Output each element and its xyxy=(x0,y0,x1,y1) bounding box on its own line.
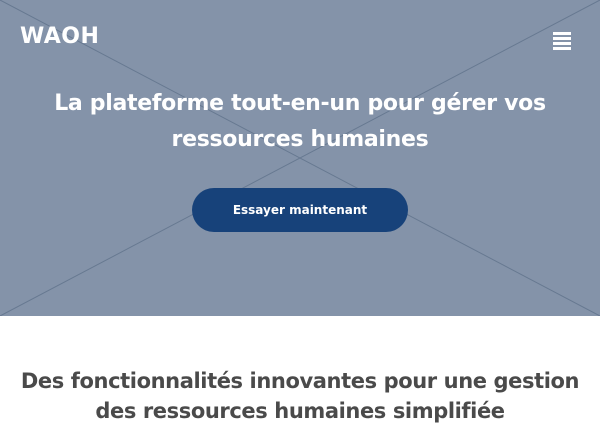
hero-title: La plateforme tout-en-un pour gérer vos … xyxy=(54,91,546,152)
site-logo[interactable]: WAOH xyxy=(20,24,99,49)
features-heading: Des fonctionnalités innovantes pour une … xyxy=(20,369,580,423)
menu-button[interactable] xyxy=(547,30,577,54)
hamburger-menu-icon-line xyxy=(553,37,571,40)
try-now-button[interactable]: Essayer maintenant xyxy=(192,188,408,232)
hero-section: WAOH La plateforme tout-en-un pour gérer… xyxy=(0,0,600,316)
hamburger-menu-icon xyxy=(553,32,571,35)
hamburger-menu-icon-line xyxy=(553,42,571,45)
hamburger-menu-icon-line xyxy=(553,47,571,50)
